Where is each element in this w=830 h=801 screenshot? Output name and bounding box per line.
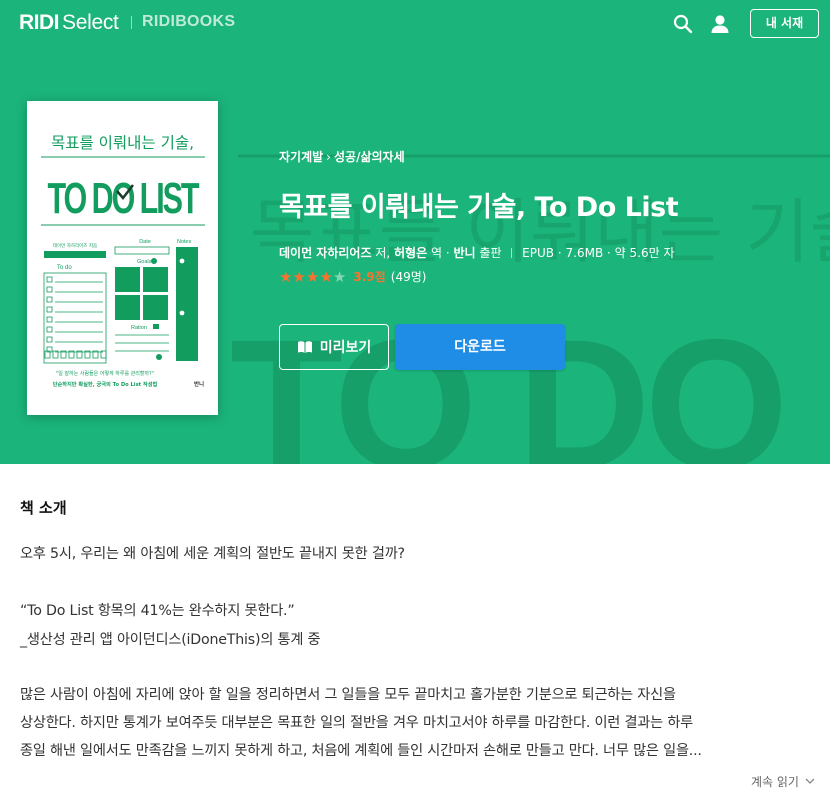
section-title-intro: 책 소개 — [20, 499, 67, 517]
user-icon[interactable] — [708, 12, 732, 36]
my-library-button[interactable]: 내 서재 — [750, 9, 819, 38]
breadcrumb-separator: › — [326, 150, 331, 164]
publisher-role: 출판 — [479, 246, 502, 260]
svg-text:데이먼 자하리어즈 지음: 데이먼 자하리어즈 지음 — [53, 242, 97, 249]
book-cover[interactable]: 목표를 이뤄내는 기술, TO DO LIST 데이먼 자하리어즈 지음 To … — [27, 101, 218, 415]
book-open-icon — [297, 341, 312, 353]
intro-paragraph-line: 많은 사람이 아침에 자리에 앉아 할 일을 정리하면서 그 일들을 모두 끝마… — [20, 687, 676, 703]
star-icon: ★ — [305, 268, 320, 286]
publisher-link[interactable]: 반니 — [454, 246, 476, 260]
translator-link[interactable]: 허형은 — [394, 246, 427, 260]
intro-paragraph-line: 상상한다. 하지만 통계가 보여주듯 대부분은 목표한 일의 절반을 겨우 마치… — [20, 715, 694, 731]
ridibooks-link[interactable]: RIDIBOOKS — [142, 13, 235, 31]
breadcrumb-subcategory[interactable]: 성공/삶의자세 — [334, 150, 405, 164]
cover-publisher: 반니 — [194, 380, 204, 388]
star-icon: ★ — [279, 268, 293, 286]
star-icon: ★ — [319, 268, 333, 286]
cover-tagline: 단순하지만 확실한, 궁극의 To Do List 작성법 — [53, 380, 158, 388]
file-size: 7.6MB — [565, 246, 604, 260]
book-title: 목표를 이뤄내는 기술, To Do List — [279, 192, 679, 223]
select-logo[interactable]: Select — [62, 11, 119, 35]
rating-score: 3.9점 — [353, 270, 386, 284]
star-rating: ★★★★★ — [279, 267, 346, 286]
cover-ration-label: Ration — [131, 325, 147, 331]
star-icon: ★ — [292, 268, 306, 286]
meta-divider — [511, 248, 513, 258]
cover-notes-label: Notes — [177, 239, 192, 245]
top-navigation-bar: RIDI Select RIDIBOOKS 내 서재 — [0, 0, 830, 48]
ridi-logo[interactable]: RIDI — [19, 11, 60, 35]
rating: ★★★★★ 3.9점 (49명) — [279, 266, 427, 286]
cover-quote: "일 잘하는 사람들은 어떻게 하루를 관리할까?" — [56, 370, 154, 377]
star-icon: ★ — [332, 268, 347, 286]
cover-top-title: 목표를 이뤄내는 기술, — [51, 134, 194, 152]
translator-role: 역 — [430, 246, 443, 260]
breadcrumb-category[interactable]: 자기계발 — [279, 150, 323, 164]
intro-paragraph: 오후 5시, 우리는 왜 아침에 세운 계획의 절반도 끝내지 못한 걸까? — [20, 546, 405, 562]
read-more-label: 계속 읽기 — [751, 775, 799, 789]
author-role: 저, — [375, 246, 391, 260]
rating-count: (49명) — [390, 270, 427, 284]
preview-label: 미리보기 — [319, 340, 372, 356]
cover-date-label: Date — [139, 239, 151, 245]
author-link[interactable]: 데이먼 자하리어즈 — [279, 246, 372, 260]
chevron-down-icon — [805, 778, 815, 784]
logo-divider — [131, 16, 132, 29]
intro-paragraph-line: 종일 해낸 일에서도 만족감을 느끼지 못하게 하고, 처음에 계획에 들인 시… — [20, 743, 702, 759]
book-hero: 목표를 이뤄내는 기술, TO DO LIST 목표를 이뤄내는 기술, TO … — [0, 48, 830, 464]
search-icon[interactable] — [671, 12, 695, 36]
read-more-button[interactable]: 계속 읽기 — [751, 773, 815, 790]
intro-quote: “To Do List 항목의 41%는 완수하지 못한다.” — [20, 603, 295, 619]
preview-button[interactable]: 미리보기 — [279, 324, 389, 370]
book-length: 약 5.6만 자 — [614, 246, 675, 260]
book-metadata: 데이먼 자하리어즈 저, 허형은 역 · 반니 출판 EPUB · 7.6MB … — [279, 246, 675, 260]
download-button[interactable]: 다운로드 — [395, 324, 565, 370]
intro-quote-source: _생산성 관리 앱 아이던디스(iDoneThis)의 통계 중 — [20, 632, 321, 648]
breadcrumb: 자기계발 › 성공/삶의자세 — [279, 148, 405, 165]
cover-goals-label: Goals — [137, 259, 152, 265]
file-format: EPUB — [522, 246, 555, 260]
cover-todo-label: To do — [57, 265, 72, 271]
